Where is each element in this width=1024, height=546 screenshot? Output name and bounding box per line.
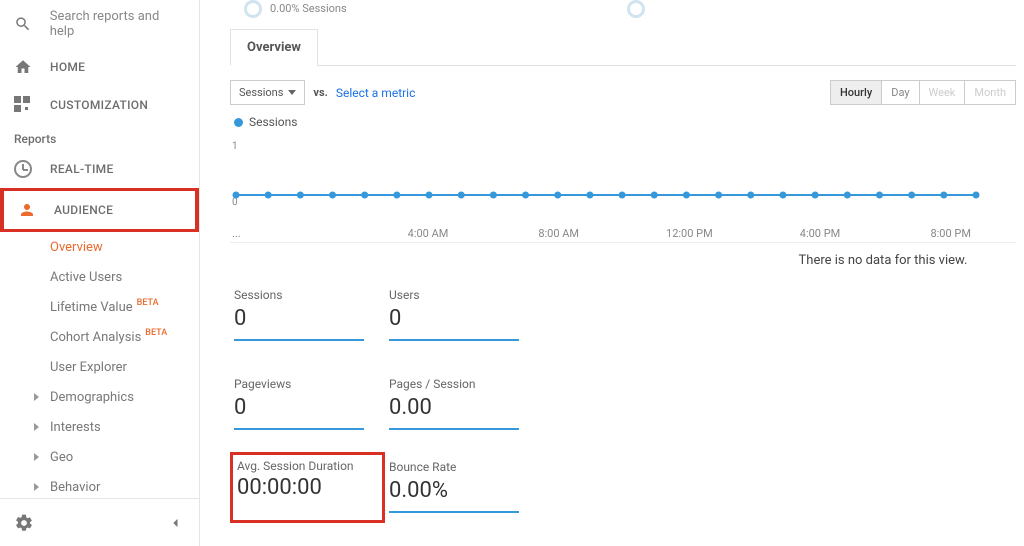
svg-text:1: 1: [232, 141, 238, 152]
metric-sessions[interactable]: Sessions 0: [230, 280, 385, 351]
chevron-right-icon: [34, 483, 39, 491]
vs-label: vs.: [313, 86, 327, 99]
home-icon: [14, 58, 32, 76]
legend-dot: [234, 118, 243, 127]
reports-label: Reports: [0, 124, 199, 150]
sidebar: Search reports and help HOME CUSTOMIZATI…: [0, 0, 200, 546]
subnav-user-explorer[interactable]: User Explorer: [50, 352, 199, 382]
clock-icon: [14, 160, 32, 178]
btn-hourly[interactable]: Hourly: [831, 81, 881, 104]
sparkline: [389, 428, 519, 430]
collapse-icon[interactable]: [165, 513, 185, 533]
metric-users[interactable]: Users 0: [385, 280, 540, 351]
btn-day[interactable]: Day: [881, 81, 918, 104]
person-icon: [18, 201, 36, 219]
subnav-active-users[interactable]: Active Users: [50, 262, 199, 292]
tab-overview[interactable]: Overview: [230, 29, 318, 66]
sparkline: [389, 339, 519, 341]
no-data-message: There is no data for this view.: [750, 243, 1016, 280]
select-metric-link[interactable]: Select a metric: [336, 86, 416, 100]
sparkline: [234, 428, 364, 430]
chart-svg: 10: [230, 137, 982, 217]
gear-icon[interactable]: [14, 513, 34, 533]
btn-week: Week: [919, 81, 965, 104]
chart-legend: Sessions: [230, 113, 1016, 133]
circle-icon: [627, 0, 645, 18]
subnav-demographics[interactable]: Demographics: [0, 382, 199, 412]
chevron-down-icon: [288, 90, 296, 95]
tab-bar: Overview: [230, 28, 1016, 66]
subnav-cohort-analysis[interactable]: Cohort AnalysisBETA: [50, 322, 199, 352]
customization-icon: [14, 96, 32, 114]
metric-avg-session-duration[interactable]: Avg. Session Duration 00:00:00: [230, 452, 385, 523]
top-cards: 0.00% Sessions: [230, 0, 1016, 24]
metrics-grid: Sessions 0 Users 0 Pageviews 0 Pages / S…: [230, 280, 790, 440]
subnav-interests[interactable]: Interests: [0, 412, 199, 442]
sessions-dropdown[interactable]: Sessions: [230, 80, 305, 105]
subnav-overview[interactable]: Overview: [50, 232, 199, 262]
search-placeholder: Search reports and help: [50, 9, 185, 39]
metric-new-sessions[interactable]: % New Sessions: [230, 537, 385, 546]
sparkline: [234, 339, 364, 341]
chevron-right-icon: [34, 453, 39, 461]
time-granularity: Hourly Day Week Month: [830, 80, 1016, 105]
x-axis: ...4:00 AM8:00 AM12:00 PM4:00 PM8:00 PM: [230, 221, 1016, 240]
search-input[interactable]: Search reports and help: [0, 0, 199, 48]
chevron-right-icon: [34, 423, 39, 431]
main-content: 0.00% Sessions Overview Sessions vs. Sel…: [200, 0, 1024, 546]
svg-text:0: 0: [232, 197, 238, 208]
search-icon: [14, 15, 32, 33]
subnav-geo[interactable]: Geo: [0, 442, 199, 472]
line-chart: 10 ...4:00 AM8:00 AM12:00 PM4:00 PM8:00 …: [230, 137, 1016, 243]
metric-pages-per-session[interactable]: Pages / Session 0.00: [385, 369, 540, 440]
nav-customization[interactable]: CUSTOMIZATION: [0, 86, 199, 124]
nav-home[interactable]: HOME: [0, 48, 199, 86]
btn-month: Month: [964, 81, 1015, 104]
metrics-row3: Avg. Session Duration 00:00:00 Bounce Ra…: [230, 452, 1016, 523]
subnav-behavior[interactable]: Behavior: [0, 472, 199, 498]
nav-audience[interactable]: AUDIENCE: [0, 188, 199, 232]
subnav-lifetime-value[interactable]: Lifetime ValueBETA: [50, 292, 199, 322]
nav-realtime[interactable]: REAL-TIME: [0, 150, 199, 188]
chevron-right-icon: [34, 393, 39, 401]
sidebar-bottom: [0, 498, 199, 546]
circle-icon: [244, 0, 262, 18]
controls-row: Sessions vs. Select a metric Hourly Day …: [230, 66, 1016, 113]
metric-pageviews[interactable]: Pageviews 0: [230, 369, 385, 440]
sparkline: [389, 511, 519, 513]
metric-bounce-rate[interactable]: Bounce Rate 0.00%: [385, 452, 540, 523]
